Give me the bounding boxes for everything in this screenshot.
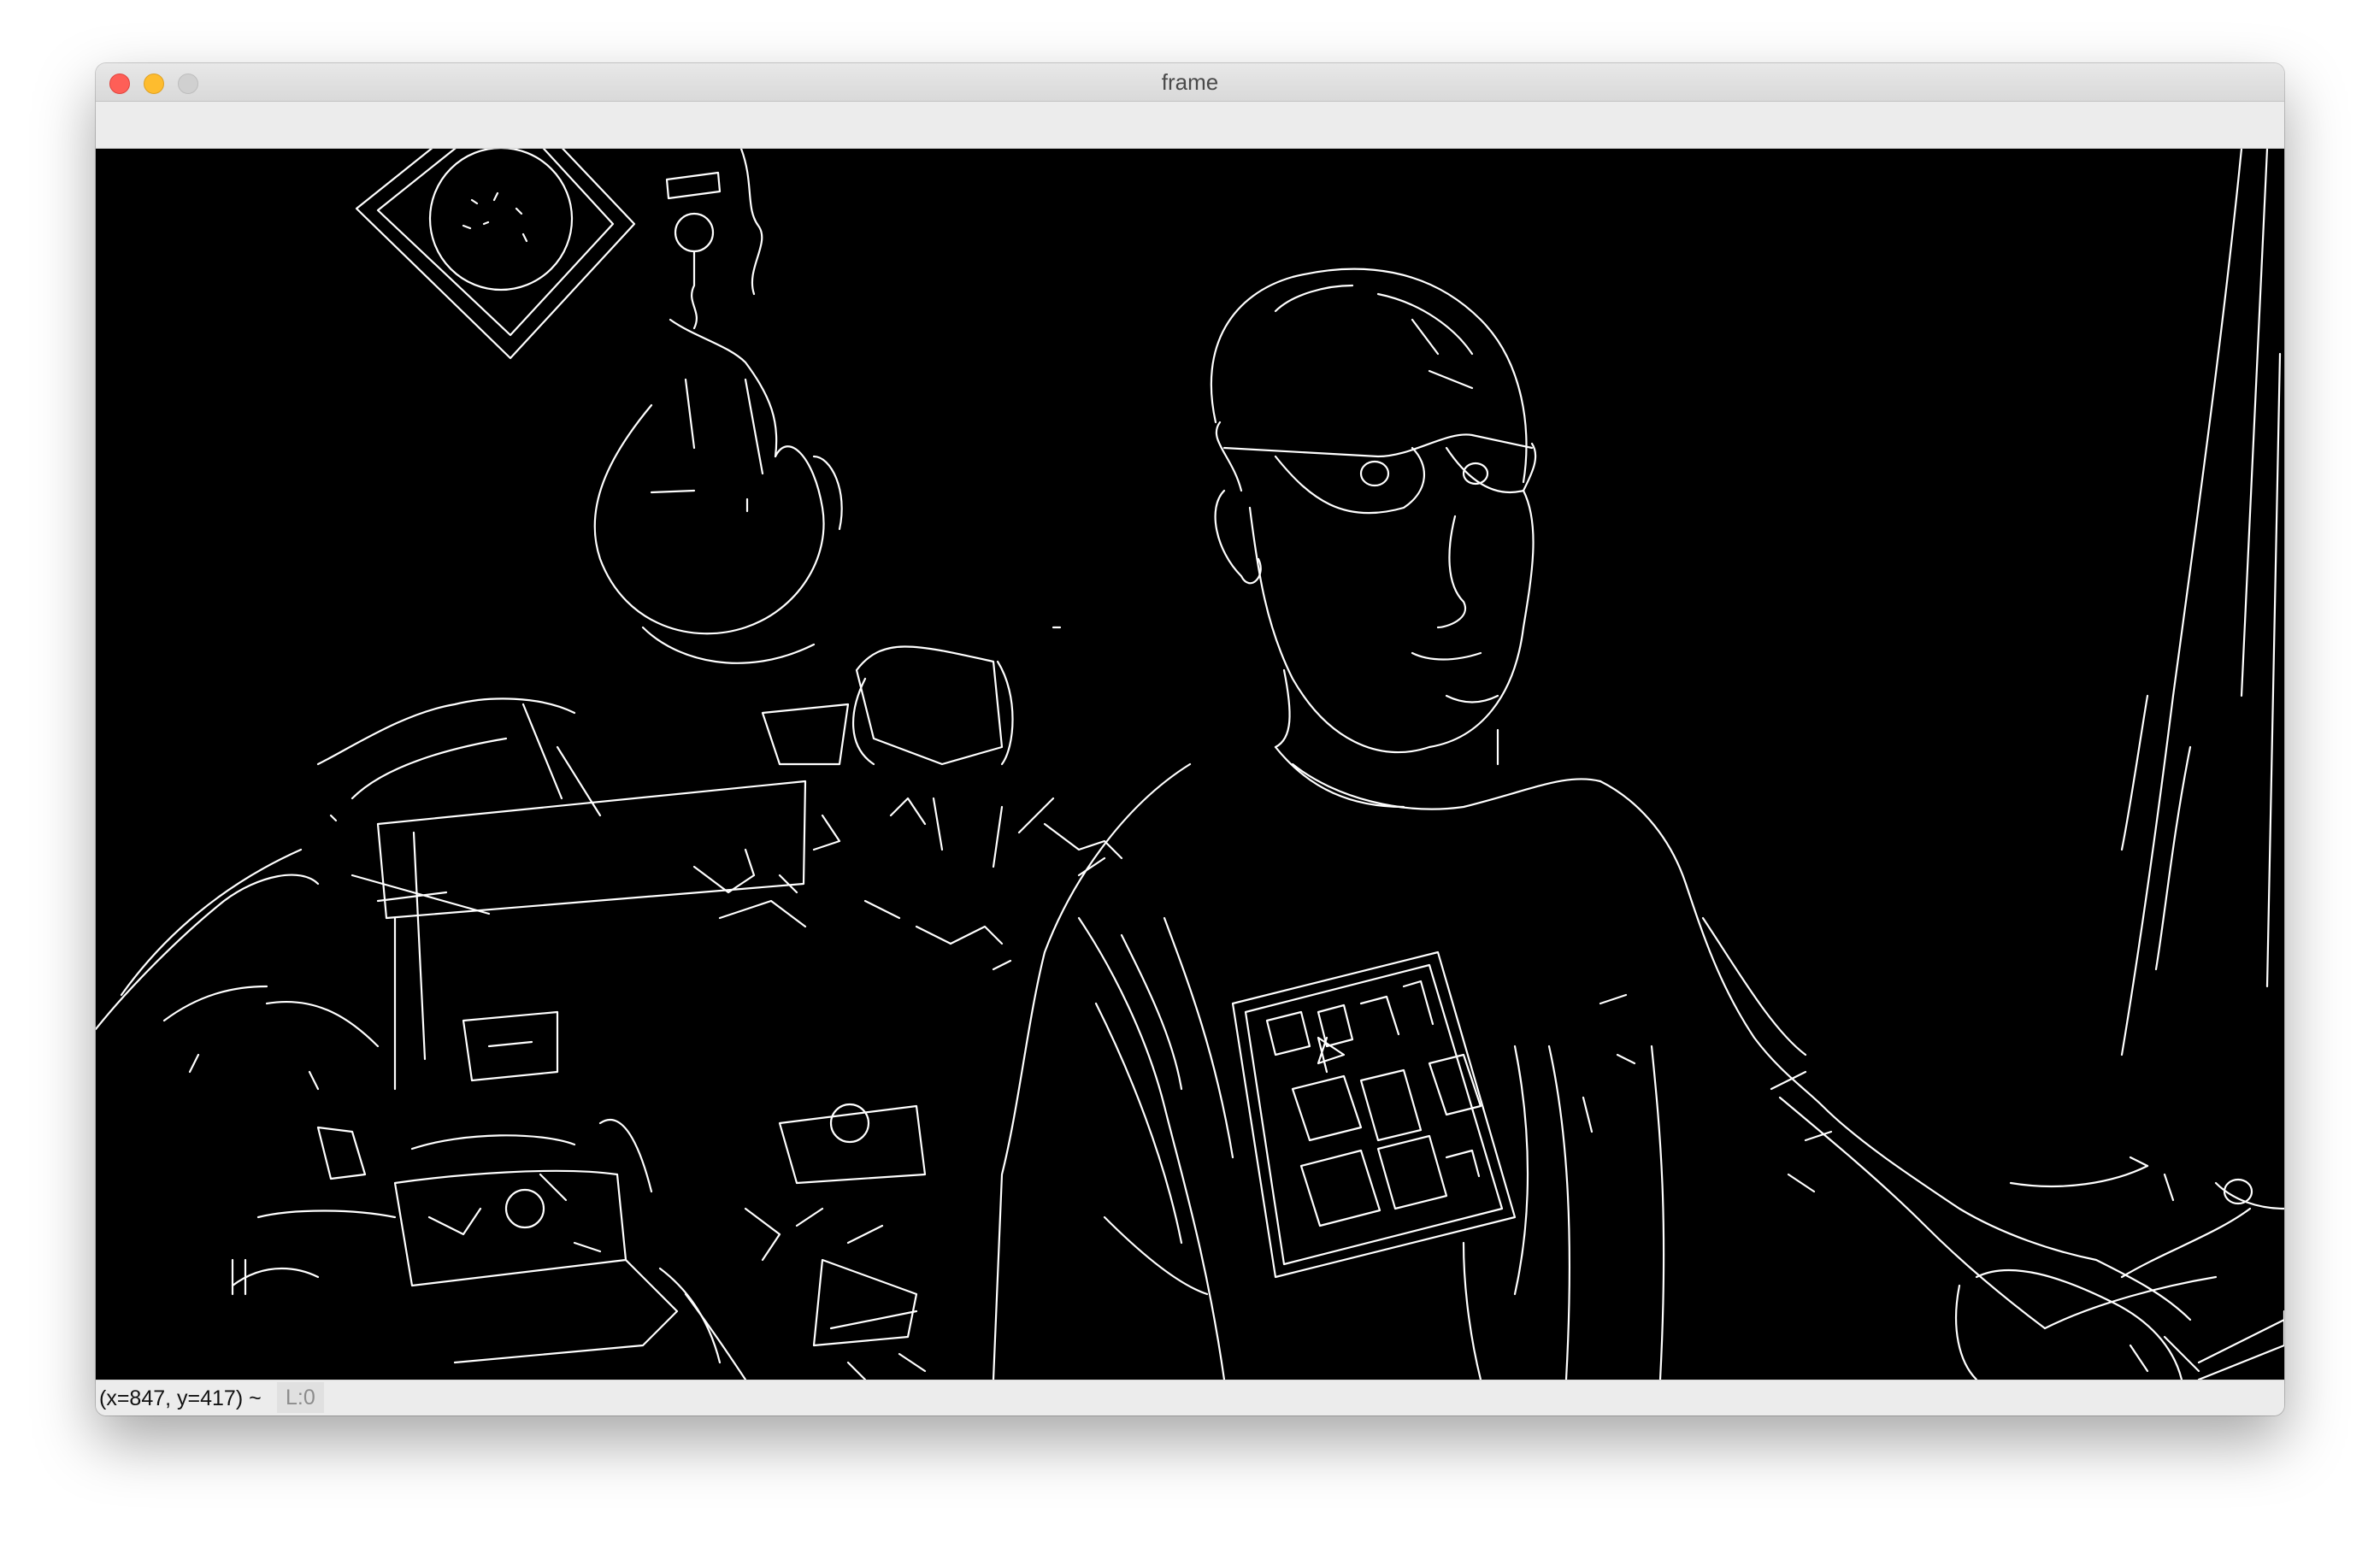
tshirt-print-edges <box>1231 951 1517 1279</box>
person-edges <box>992 268 2192 1380</box>
toolbar <box>96 102 2284 149</box>
title-bar[interactable]: frame <box>96 63 2284 102</box>
image-canvas[interactable] <box>96 149 2284 1380</box>
background-edges <box>96 626 1062 1296</box>
edge-image <box>96 149 2284 1380</box>
desk-objects-edges <box>231 645 1123 1380</box>
framed-picture-edges <box>355 149 636 360</box>
cursor-coordinates: (x=847, y=417) ~ <box>99 1386 262 1410</box>
app-window: frame (x=847, y=417) ~ L:0 <box>96 63 2284 1415</box>
window-title: frame <box>1161 69 1219 95</box>
curtain-edges <box>2009 149 2284 1380</box>
level-indicator: L:0 <box>277 1382 324 1413</box>
status-bar: (x=847, y=417) ~ L:0 <box>96 1380 2284 1415</box>
